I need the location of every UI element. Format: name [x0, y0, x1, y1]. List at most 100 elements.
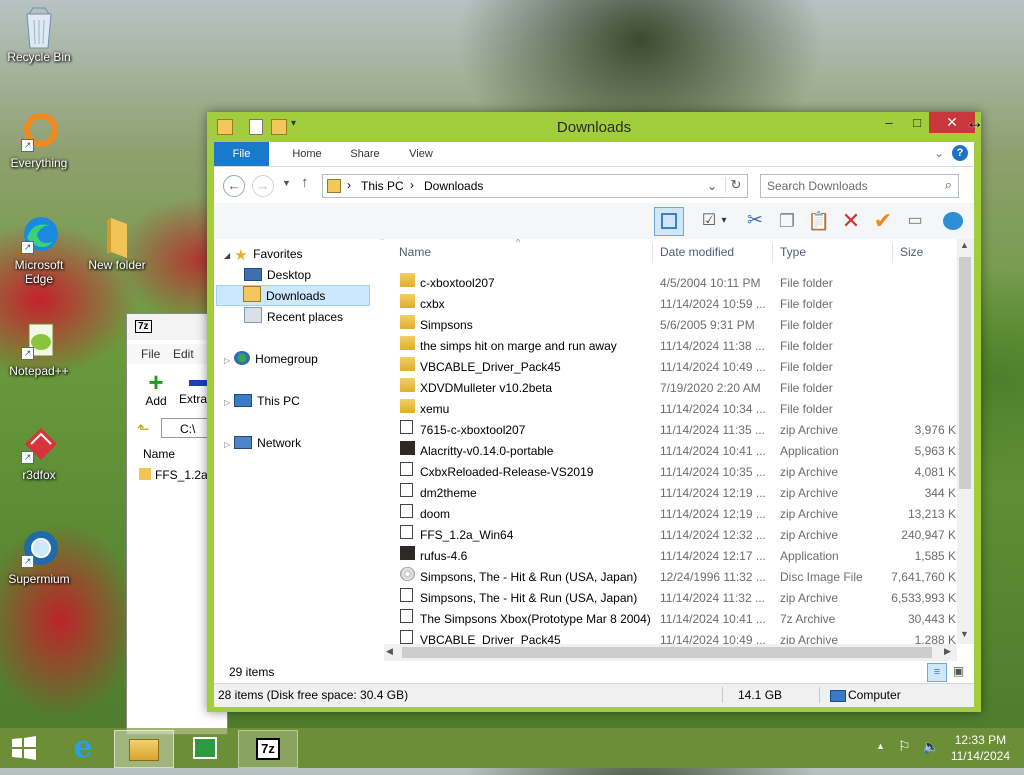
explorer-titlebar[interactable]: ▾ Downloads – □ ✕ [207, 112, 981, 142]
rename-button[interactable]: ✔ [870, 208, 896, 234]
paste-button[interactable]: 📋 [806, 208, 832, 234]
column-divider[interactable] [772, 243, 773, 263]
horizontal-scrollbar[interactable]: ◀ ▶ [384, 644, 957, 661]
nav-this-pc[interactable]: ▷ This PC [224, 391, 300, 412]
menu-edit[interactable]: Edit [173, 347, 194, 361]
preview-pane-button[interactable] [654, 207, 684, 236]
show-hidden-icons-button[interactable]: ▲ [876, 741, 885, 751]
recent-locations-dropdown-icon[interactable]: ▼ [282, 178, 291, 188]
start-button[interactable] [0, 730, 48, 766]
desktop-icon-edge[interactable]: ↗ Microsoft Edge [1, 214, 77, 286]
seven-zip-file-row[interactable]: FFS_1.2a_ [139, 468, 214, 482]
desktop-icon-recycle-bin[interactable]: Recycle Bin [1, 6, 77, 64]
address-bar[interactable]: › This PC › Downloads ⌄ ↻ [322, 174, 748, 198]
file-row[interactable]: Simpsons, The - Hit & Run (USA, Japan) 12… [384, 567, 974, 588]
nav-favorites[interactable]: ◢ ★ Favorites [224, 244, 303, 265]
vertical-scroll-thumb[interactable] [959, 257, 971, 489]
nav-network[interactable]: ▷ Network [224, 433, 301, 454]
breadcrumb-this-pc[interactable]: This PC [361, 179, 404, 193]
tab-home[interactable]: Home [280, 142, 334, 166]
desktop-icon [244, 268, 262, 281]
column-header-size[interactable]: Size [900, 245, 923, 259]
desktop-icon-supermium[interactable]: ↗ Supermium [1, 528, 77, 586]
taskbar-7zip[interactable]: 7z [238, 730, 298, 768]
file-date: 11/14/2024 11:38 ... [660, 339, 765, 353]
explorer-window[interactable]: ▾ Downloads – □ ✕ File Home Share View ⌄… [207, 112, 981, 712]
seven-zip-column-name[interactable]: Name [143, 447, 175, 461]
nav-homegroup[interactable]: ▷ Homegroup [224, 349, 318, 370]
delete-button[interactable]: ✕ [838, 208, 864, 234]
scroll-left-icon[interactable]: ◀ [386, 646, 393, 657]
file-row[interactable]: rufus-4.6 11/14/2024 12:17 ... Application… [384, 546, 974, 567]
file-row[interactable]: c-xboxtool207 4/5/2004 10:11 PM File folde… [384, 273, 974, 294]
column-divider[interactable] [652, 243, 653, 263]
file-row[interactable]: the simps hit on marge and run away 11/14… [384, 336, 974, 357]
menu-file[interactable]: File [141, 347, 160, 361]
search-input[interactable]: Search Downloads [767, 179, 868, 193]
file-row[interactable]: VBCABLE_Driver_Pack45 11/14/2024 10:49 ..… [384, 357, 974, 378]
file-row[interactable]: CxbxReloaded-Release-VS2019 11/14/2024 10… [384, 462, 974, 483]
file-row[interactable]: FFS_1.2a_Win64 11/14/2024 12:32 ... zip Ar… [384, 525, 974, 546]
select-dropdown-icon[interactable]: ▾ [718, 208, 730, 234]
horizontal-scroll-thumb[interactable] [402, 647, 932, 658]
file-row[interactable]: xemu 11/14/2024 10:34 ... File folder [384, 399, 974, 420]
forward-button[interactable]: → [252, 175, 274, 197]
volume-tray-icon[interactable]: 🔈 [922, 738, 939, 755]
system-clock[interactable]: 12:33 PM 11/14/2024 [951, 732, 1010, 764]
file-row[interactable]: dm2theme 11/14/2024 12:19 ... zip Archive 3… [384, 483, 974, 504]
nav-desktop[interactable]: Desktop [244, 265, 311, 286]
taskbar-store[interactable] [176, 730, 234, 766]
scroll-up-icon[interactable]: ▲ [960, 240, 969, 250]
details-view-button[interactable]: ≡ [927, 663, 947, 682]
breadcrumb-downloads[interactable]: Downloads [424, 179, 483, 193]
seven-zip-add-button[interactable]: + Add [141, 369, 171, 408]
desktop-icon-notepadpp[interactable]: ↗ Notepad++ [1, 320, 77, 378]
desktop-icon-r3dfox[interactable]: ↗ r3dfox [1, 424, 77, 482]
column-header-name[interactable]: Name [399, 245, 431, 259]
file-row[interactable]: XDVDMulleter v10.2beta 7/19/2020 2:20 AM F… [384, 378, 974, 399]
file-name: XDVDMulleter v10.2beta [420, 381, 553, 395]
desktop-icon-new-folder[interactable]: New folder [79, 214, 155, 272]
maximize-button[interactable]: □ [903, 114, 931, 134]
file-type: File folder [780, 297, 833, 311]
help-icon[interactable]: ? [952, 145, 968, 161]
file-row[interactable]: The Simpsons Xbox(Prototype Mar 8 2004) 1… [384, 609, 974, 630]
minimize-button[interactable]: – [875, 114, 903, 134]
file-row[interactable]: Alacritty-v0.14.0-portable 11/14/2024 10:… [384, 441, 974, 462]
column-header-date[interactable]: Date modified [660, 245, 734, 259]
cut-button[interactable]: ✂ [742, 208, 768, 234]
desktop-icon-everything[interactable]: ↗ Everything [1, 112, 77, 170]
up-folder-icon[interactable]: ⬑ [137, 420, 150, 438]
column-header-type[interactable]: Type [780, 245, 806, 259]
file-row[interactable]: Simpsons, The - Hit & Run (USA, Japan) 11… [384, 588, 974, 609]
file-row[interactable]: 7615-c-xboxtool207 11/14/2024 11:35 ... zi… [384, 420, 974, 441]
options-button[interactable] [940, 208, 966, 234]
nav-downloads[interactable]: Downloads [216, 285, 370, 306]
file-row[interactable]: Simpsons 5/6/2005 9:31 PM File folder [384, 315, 974, 336]
collapse-arrow-icon: ▷ [224, 440, 231, 449]
file-size: 5,963 KB [914, 444, 964, 458]
taskbar-explorer[interactable] [114, 730, 174, 768]
back-button[interactable]: ← [223, 175, 245, 197]
search-box[interactable]: Search Downloads ⌕ [760, 174, 959, 198]
tab-share[interactable]: Share [338, 142, 392, 166]
file-row[interactable]: doom 11/14/2024 12:19 ... zip Archive 13,21… [384, 504, 974, 525]
folder-icon [400, 294, 415, 308]
scroll-right-icon[interactable]: ▶ [944, 646, 951, 657]
ribbon-expand-icon[interactable]: ⌄ [934, 146, 944, 160]
address-dropdown-icon[interactable]: ⌄ [707, 179, 717, 193]
tab-view[interactable]: View [394, 142, 448, 166]
refresh-icon[interactable]: ↻ [725, 177, 746, 193]
network-tray-icon[interactable]: ⚐ [898, 738, 911, 755]
up-arrow-icon[interactable]: ↑ [301, 174, 309, 191]
vertical-scrollbar[interactable]: ▲ ▼ [957, 239, 974, 644]
taskbar-ie[interactable]: e [54, 730, 112, 766]
file-row[interactable]: cxbx 11/14/2024 10:59 ... File folder [384, 294, 974, 315]
column-divider[interactable] [892, 243, 893, 263]
copy-button[interactable]: ❐ [774, 208, 800, 234]
properties-button[interactable]: ▭ [902, 208, 928, 234]
tab-file[interactable]: File [214, 142, 269, 166]
nav-recent-places[interactable]: Recent places [244, 307, 343, 328]
large-icons-view-button[interactable]: ▣ [951, 664, 966, 679]
scroll-down-icon[interactable]: ▼ [960, 629, 969, 639]
